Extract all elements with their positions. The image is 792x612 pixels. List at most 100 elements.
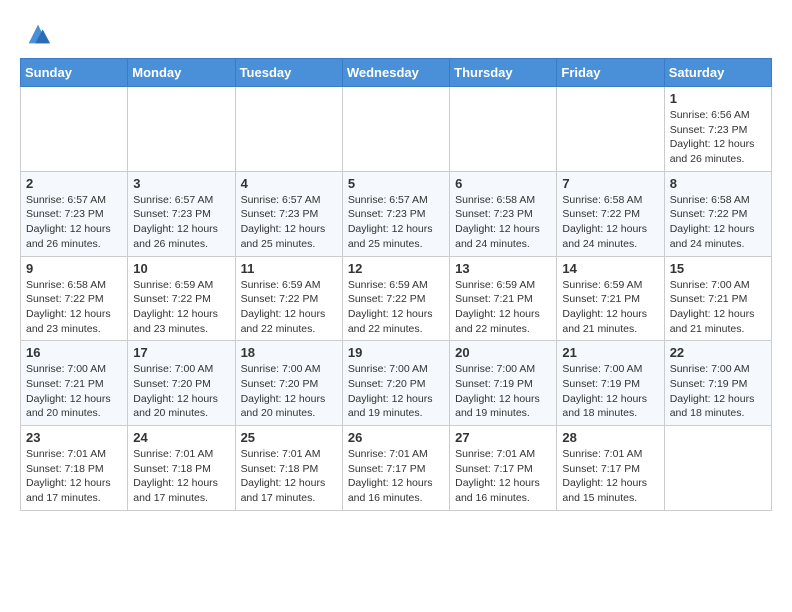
calendar-cell: 13 Sunrise: 6:59 AM Sunset: 7:21 PM Dayli… xyxy=(450,256,557,341)
calendar-cell: 23 Sunrise: 7:01 AM Sunset: 7:18 PM Dayli… xyxy=(21,426,128,511)
day-number: 7 xyxy=(562,176,658,191)
dow-header: Friday xyxy=(557,59,664,87)
calendar-cell: 20 Sunrise: 7:00 AM Sunset: 7:19 PM Dayli… xyxy=(450,341,557,426)
day-info: Sunrise: 7:00 AM Sunset: 7:19 PM Dayligh… xyxy=(562,362,658,421)
dow-header: Saturday xyxy=(664,59,771,87)
day-number: 17 xyxy=(133,345,229,360)
day-number: 14 xyxy=(562,261,658,276)
calendar-cell: 14 Sunrise: 6:59 AM Sunset: 7:21 PM Dayli… xyxy=(557,256,664,341)
day-info: Sunrise: 6:59 AM Sunset: 7:22 PM Dayligh… xyxy=(133,278,229,337)
day-info: Sunrise: 7:01 AM Sunset: 7:17 PM Dayligh… xyxy=(562,447,658,506)
calendar-cell: 9 Sunrise: 6:58 AM Sunset: 7:22 PM Daylig… xyxy=(21,256,128,341)
day-info: Sunrise: 7:00 AM Sunset: 7:20 PM Dayligh… xyxy=(348,362,444,421)
calendar-cell: 4 Sunrise: 6:57 AM Sunset: 7:23 PM Daylig… xyxy=(235,171,342,256)
calendar-cell: 17 Sunrise: 7:00 AM Sunset: 7:20 PM Dayli… xyxy=(128,341,235,426)
day-info: Sunrise: 6:57 AM Sunset: 7:23 PM Dayligh… xyxy=(348,193,444,252)
day-number: 25 xyxy=(241,430,337,445)
calendar-cell: 25 Sunrise: 7:01 AM Sunset: 7:18 PM Dayli… xyxy=(235,426,342,511)
calendar-cell: 18 Sunrise: 7:00 AM Sunset: 7:20 PM Dayli… xyxy=(235,341,342,426)
dow-header: Sunday xyxy=(21,59,128,87)
calendar-cell: 22 Sunrise: 7:00 AM Sunset: 7:19 PM Dayli… xyxy=(664,341,771,426)
calendar-cell xyxy=(235,87,342,172)
day-info: Sunrise: 6:59 AM Sunset: 7:21 PM Dayligh… xyxy=(562,278,658,337)
calendar-cell xyxy=(342,87,449,172)
day-info: Sunrise: 6:58 AM Sunset: 7:22 PM Dayligh… xyxy=(670,193,766,252)
day-info: Sunrise: 6:56 AM Sunset: 7:23 PM Dayligh… xyxy=(670,108,766,167)
calendar-cell: 16 Sunrise: 7:00 AM Sunset: 7:21 PM Dayli… xyxy=(21,341,128,426)
calendar-cell xyxy=(557,87,664,172)
day-number: 24 xyxy=(133,430,229,445)
page-header xyxy=(20,20,772,48)
calendar-cell: 1 Sunrise: 6:56 AM Sunset: 7:23 PM Daylig… xyxy=(664,87,771,172)
day-number: 1 xyxy=(670,91,766,106)
day-number: 20 xyxy=(455,345,551,360)
day-number: 27 xyxy=(455,430,551,445)
calendar-cell: 3 Sunrise: 6:57 AM Sunset: 7:23 PM Daylig… xyxy=(128,171,235,256)
day-info: Sunrise: 6:58 AM Sunset: 7:22 PM Dayligh… xyxy=(562,193,658,252)
day-info: Sunrise: 6:58 AM Sunset: 7:23 PM Dayligh… xyxy=(455,193,551,252)
calendar-cell xyxy=(450,87,557,172)
day-info: Sunrise: 7:00 AM Sunset: 7:19 PM Dayligh… xyxy=(455,362,551,421)
day-info: Sunrise: 7:01 AM Sunset: 7:17 PM Dayligh… xyxy=(455,447,551,506)
day-info: Sunrise: 7:01 AM Sunset: 7:18 PM Dayligh… xyxy=(241,447,337,506)
day-info: Sunrise: 6:59 AM Sunset: 7:21 PM Dayligh… xyxy=(455,278,551,337)
day-info: Sunrise: 6:57 AM Sunset: 7:23 PM Dayligh… xyxy=(26,193,122,252)
dow-header: Tuesday xyxy=(235,59,342,87)
day-number: 13 xyxy=(455,261,551,276)
day-number: 15 xyxy=(670,261,766,276)
day-number: 11 xyxy=(241,261,337,276)
calendar-cell: 2 Sunrise: 6:57 AM Sunset: 7:23 PM Daylig… xyxy=(21,171,128,256)
day-number: 21 xyxy=(562,345,658,360)
logo xyxy=(20,20,56,48)
calendar-cell: 24 Sunrise: 7:01 AM Sunset: 7:18 PM Dayli… xyxy=(128,426,235,511)
calendar-cell: 26 Sunrise: 7:01 AM Sunset: 7:17 PM Dayli… xyxy=(342,426,449,511)
day-info: Sunrise: 7:00 AM Sunset: 7:19 PM Dayligh… xyxy=(670,362,766,421)
calendar-cell xyxy=(664,426,771,511)
day-number: 3 xyxy=(133,176,229,191)
day-number: 22 xyxy=(670,345,766,360)
day-number: 9 xyxy=(26,261,122,276)
day-number: 4 xyxy=(241,176,337,191)
day-number: 19 xyxy=(348,345,444,360)
day-info: Sunrise: 6:59 AM Sunset: 7:22 PM Dayligh… xyxy=(241,278,337,337)
calendar-cell: 6 Sunrise: 6:58 AM Sunset: 7:23 PM Daylig… xyxy=(450,171,557,256)
day-number: 2 xyxy=(26,176,122,191)
day-info: Sunrise: 7:01 AM Sunset: 7:17 PM Dayligh… xyxy=(348,447,444,506)
calendar-table: SundayMondayTuesdayWednesdayThursdayFrid… xyxy=(20,58,772,511)
calendar-cell: 5 Sunrise: 6:57 AM Sunset: 7:23 PM Daylig… xyxy=(342,171,449,256)
calendar-cell: 11 Sunrise: 6:59 AM Sunset: 7:22 PM Dayli… xyxy=(235,256,342,341)
day-info: Sunrise: 6:58 AM Sunset: 7:22 PM Dayligh… xyxy=(26,278,122,337)
calendar-cell xyxy=(21,87,128,172)
logo-icon xyxy=(24,20,52,48)
day-info: Sunrise: 7:01 AM Sunset: 7:18 PM Dayligh… xyxy=(133,447,229,506)
day-info: Sunrise: 7:00 AM Sunset: 7:21 PM Dayligh… xyxy=(26,362,122,421)
calendar-cell: 8 Sunrise: 6:58 AM Sunset: 7:22 PM Daylig… xyxy=(664,171,771,256)
calendar-cell: 10 Sunrise: 6:59 AM Sunset: 7:22 PM Dayli… xyxy=(128,256,235,341)
calendar-cell: 19 Sunrise: 7:00 AM Sunset: 7:20 PM Dayli… xyxy=(342,341,449,426)
day-number: 10 xyxy=(133,261,229,276)
calendar-cell: 21 Sunrise: 7:00 AM Sunset: 7:19 PM Dayli… xyxy=(557,341,664,426)
day-info: Sunrise: 6:57 AM Sunset: 7:23 PM Dayligh… xyxy=(133,193,229,252)
dow-header: Thursday xyxy=(450,59,557,87)
day-number: 28 xyxy=(562,430,658,445)
calendar-cell: 28 Sunrise: 7:01 AM Sunset: 7:17 PM Dayli… xyxy=(557,426,664,511)
day-number: 6 xyxy=(455,176,551,191)
day-number: 26 xyxy=(348,430,444,445)
dow-header: Wednesday xyxy=(342,59,449,87)
day-info: Sunrise: 7:00 AM Sunset: 7:20 PM Dayligh… xyxy=(133,362,229,421)
day-number: 23 xyxy=(26,430,122,445)
calendar-cell: 7 Sunrise: 6:58 AM Sunset: 7:22 PM Daylig… xyxy=(557,171,664,256)
calendar-cell xyxy=(128,87,235,172)
day-number: 8 xyxy=(670,176,766,191)
calendar-cell: 27 Sunrise: 7:01 AM Sunset: 7:17 PM Dayli… xyxy=(450,426,557,511)
day-number: 12 xyxy=(348,261,444,276)
calendar-cell: 12Sunrise: 6:59 AM Sunset: 7:22 PM Dayli… xyxy=(342,256,449,341)
day-info: Sunrise: 7:00 AM Sunset: 7:20 PM Dayligh… xyxy=(241,362,337,421)
dow-header: Monday xyxy=(128,59,235,87)
day-info: Sunrise: 6:57 AM Sunset: 7:23 PM Dayligh… xyxy=(241,193,337,252)
day-number: 16 xyxy=(26,345,122,360)
calendar-cell: 15Sunrise: 7:00 AM Sunset: 7:21 PM Dayli… xyxy=(664,256,771,341)
day-number: 18 xyxy=(241,345,337,360)
day-info: Sunrise: 7:01 AM Sunset: 7:18 PM Dayligh… xyxy=(26,447,122,506)
day-number: 5 xyxy=(348,176,444,191)
